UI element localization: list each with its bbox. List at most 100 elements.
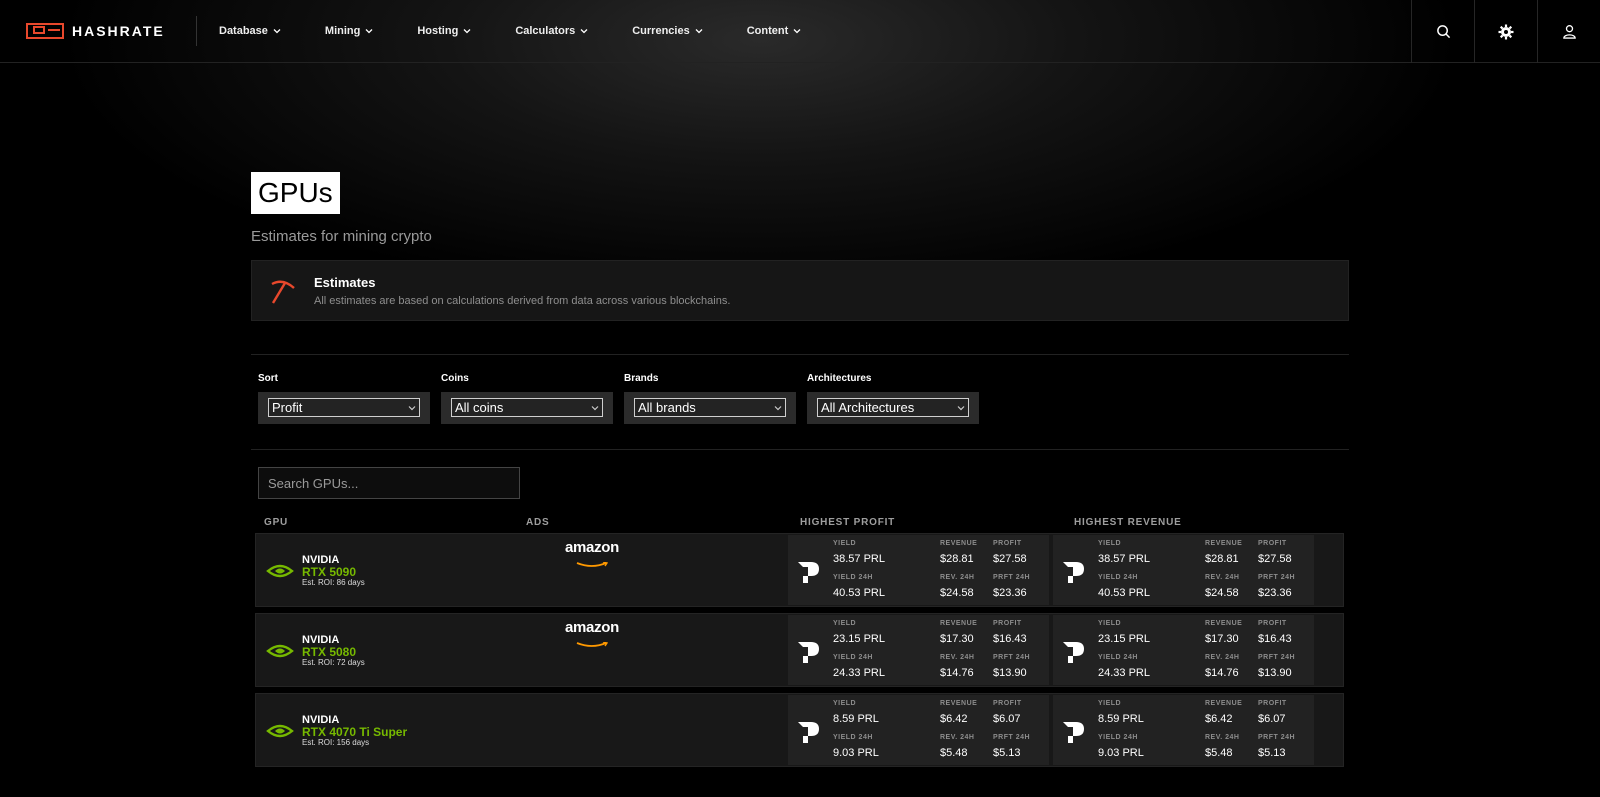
chevron-down-icon: [365, 29, 373, 34]
search-button[interactable]: [1411, 0, 1474, 63]
nav-label: Database: [219, 25, 268, 37]
chevron-down-icon: [957, 405, 965, 410]
nav-database[interactable]: Database: [219, 25, 281, 37]
value-yield-24h: 9.03 PRL: [833, 747, 879, 759]
label-prft-24h: PRFT 24H: [1258, 574, 1296, 581]
value-yield-24h: 40.53 PRL: [833, 587, 885, 599]
logo[interactable]: HASHRATE: [26, 22, 196, 40]
search-gpus-input[interactable]: [258, 467, 520, 499]
amazon-ad[interactable]: amazon: [561, 620, 623, 653]
table-row[interactable]: NVIDIA RTX 5090 Est. ROI: 86 days amazon…: [255, 533, 1344, 607]
coin-logo-icon: [1063, 562, 1084, 583]
nvidia-logo-icon: [266, 724, 294, 738]
label-yield: YIELD: [833, 700, 857, 707]
nav-calculators[interactable]: Calculators: [515, 25, 588, 37]
gpu-model[interactable]: RTX 5090: [302, 566, 365, 578]
highest-revenue-card[interactable]: YIELD 8.59 PRL YIELD 24H 9.03 PRL REVENU…: [1053, 695, 1314, 765]
select-value: All Architectures: [821, 400, 915, 415]
label-revenue: REVENUE: [1205, 540, 1243, 547]
coin-logo-icon: [798, 562, 819, 583]
value-yield: 8.59 PRL: [1098, 713, 1144, 725]
value-profit: $6.07: [1258, 713, 1286, 725]
filter-bar: Sort Profit Coins All coins Brands All b…: [251, 355, 1349, 424]
filter-box: All Architectures: [807, 392, 979, 424]
value-yield-24h: 9.03 PRL: [1098, 747, 1144, 759]
filter-box: All brands: [624, 392, 796, 424]
label-yield-24h: YIELD 24H: [1098, 734, 1138, 741]
column-highest-profit: HIGHEST PROFIT: [800, 517, 896, 528]
coins-select[interactable]: All coins: [451, 398, 603, 417]
label-yield-24h: YIELD 24H: [1098, 654, 1138, 661]
value-rev-24h: $14.76: [940, 667, 974, 679]
highest-revenue-card[interactable]: YIELD 23.15 PRL YIELD 24H 24.33 PRL REVE…: [1053, 615, 1314, 685]
chevron-down-icon: [580, 29, 588, 34]
gear-icon: [1498, 24, 1514, 39]
amazon-ad[interactable]: amazon: [561, 540, 623, 573]
value-yield: 8.59 PRL: [833, 713, 879, 725]
amazon-smile-icon: [576, 561, 609, 567]
highest-profit-card[interactable]: YIELD 8.59 PRL YIELD 24H 9.03 PRL REVENU…: [788, 695, 1049, 765]
search-wrap: [251, 467, 1349, 499]
value-prft-24h: $13.90: [1258, 667, 1292, 679]
user-icon: [1562, 25, 1576, 39]
nav-label: Content: [746, 25, 789, 37]
label-revenue: REVENUE: [1205, 620, 1243, 627]
value-prft-24h: $5.13: [1258, 747, 1286, 759]
search-icon: [1436, 25, 1450, 39]
value-yield-24h: 24.33 PRL: [1098, 667, 1150, 679]
nav-currencies[interactable]: Currencies: [632, 25, 703, 37]
settings-button[interactable]: [1474, 0, 1537, 63]
label-yield: YIELD: [1098, 540, 1122, 547]
label-rev-24h: REV. 24H: [1205, 734, 1240, 741]
label-yield: YIELD: [833, 540, 857, 547]
select-value: Profit: [272, 400, 303, 415]
amazon-logo-text: amazon: [564, 539, 620, 556]
gpu-roi: Est. ROI: 72 days: [302, 658, 365, 667]
highest-revenue-card[interactable]: YIELD 38.57 PRL YIELD 24H 40.53 PRL REVE…: [1053, 535, 1314, 605]
value-revenue: $6.42: [1205, 713, 1233, 725]
sort-select[interactable]: Profit: [268, 398, 420, 417]
label-revenue: REVENUE: [940, 620, 978, 627]
nvidia-logo-icon: [266, 644, 294, 658]
gpu-cell: NVIDIA RTX 5080 Est. ROI: 72 days: [266, 634, 365, 668]
nav-hosting[interactable]: Hosting: [417, 25, 471, 37]
label-revenue: REVENUE: [940, 540, 978, 547]
value-rev-24h: $24.58: [1205, 587, 1239, 599]
value-yield: 23.15 PRL: [1098, 633, 1150, 645]
chevron-down-icon: [793, 29, 801, 34]
brands-select[interactable]: All brands: [634, 398, 786, 417]
nav-mining[interactable]: Mining: [325, 25, 373, 37]
table-header: GPU ADS HIGHEST PROFIT HIGHEST REVENUE: [251, 513, 1349, 533]
value-profit: $27.58: [1258, 553, 1292, 565]
coin-logo-icon: [798, 722, 819, 743]
highest-profit-card[interactable]: YIELD 38.57 PRL YIELD 24H 40.53 PRL REVE…: [788, 535, 1049, 605]
label-rev-24h: REV. 24H: [1205, 574, 1240, 581]
architectures-select[interactable]: All Architectures: [817, 398, 969, 417]
chevron-down-icon: [774, 405, 782, 410]
hashrate-logo-icon: [26, 23, 64, 39]
value-profit: $6.07: [993, 713, 1021, 725]
filter-label: Brands: [624, 373, 659, 384]
chevron-down-icon: [695, 29, 703, 34]
gpu-roi: Est. ROI: 156 days: [302, 738, 370, 747]
label-rev-24h: REV. 24H: [940, 574, 975, 581]
account-button[interactable]: [1537, 0, 1600, 63]
brands-filter: Brands All brands: [624, 373, 796, 424]
sort-filter: Sort Profit: [258, 373, 430, 424]
divider: [196, 16, 197, 46]
label-yield-24h: YIELD 24H: [833, 574, 873, 581]
gpu-roi: Est. ROI: 86 days: [302, 578, 365, 587]
nav-content[interactable]: Content: [747, 25, 802, 37]
value-revenue: $17.30: [940, 633, 974, 645]
amazon-logo-text: amazon: [564, 619, 620, 636]
table-row[interactable]: NVIDIA RTX 5080 Est. ROI: 72 days amazon…: [255, 613, 1344, 687]
column-highest-revenue: HIGHEST REVENUE: [1074, 517, 1182, 528]
gpu-model[interactable]: RTX 5080: [302, 646, 365, 658]
nav-label: Hosting: [417, 25, 459, 37]
filter-box: All coins: [441, 392, 613, 424]
nav-label: Currencies: [632, 25, 690, 37]
table-row[interactable]: NVIDIA RTX 4070 Ti Super Est. ROI: 156 d…: [255, 693, 1344, 767]
page-subtitle: Estimates for mining crypto: [251, 228, 432, 245]
highest-profit-card[interactable]: YIELD 23.15 PRL YIELD 24H 24.33 PRL REVE…: [788, 615, 1049, 685]
gpu-model[interactable]: RTX 4070 Ti Super: [302, 726, 407, 738]
